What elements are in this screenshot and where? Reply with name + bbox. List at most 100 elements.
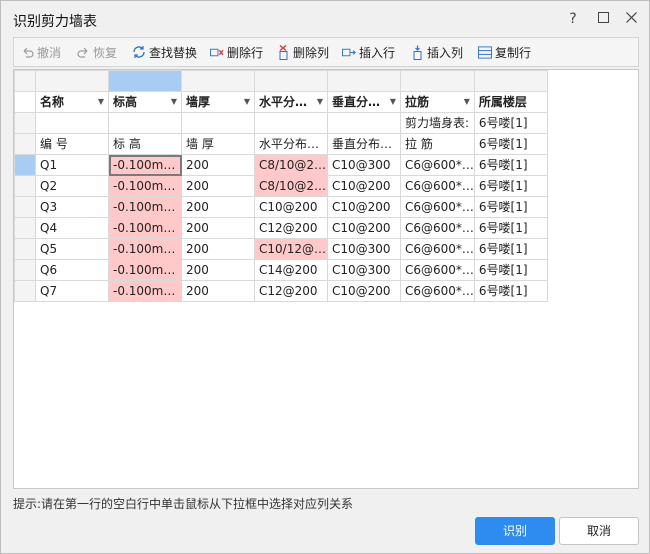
table-cell[interactable]: -0.100m… bbox=[108, 280, 182, 302]
table-cell[interactable]: -0.100m… bbox=[108, 196, 182, 218]
column-selector[interactable] bbox=[35, 70, 109, 92]
table-cell[interactable]: -0.100m… bbox=[108, 238, 182, 260]
column-mapping-dropdown[interactable]: 垂直分… ▼ bbox=[327, 91, 401, 113]
close-icon[interactable] bbox=[621, 9, 641, 29]
table-cell[interactable] bbox=[181, 112, 255, 134]
table-cell[interactable]: Q5 bbox=[35, 238, 109, 260]
table-cell[interactable]: 200 bbox=[181, 196, 255, 218]
table-cell[interactable]: C10/12@… bbox=[254, 238, 328, 260]
table-cell[interactable]: C10@200 bbox=[327, 196, 401, 218]
column-mapping-dropdown[interactable]: 水平分… ▼ bbox=[254, 91, 328, 113]
table-cell[interactable]: C6@600*… bbox=[400, 196, 475, 218]
table-cell[interactable] bbox=[254, 112, 328, 134]
table-cell[interactable]: 剪力墙身表: bbox=[400, 112, 475, 134]
row-header[interactable] bbox=[14, 259, 36, 281]
table-cell[interactable]: 6号喽[1] bbox=[473, 196, 548, 218]
table-cell[interactable]: C6@600*… bbox=[400, 280, 475, 302]
table-cell[interactable]: C10@200 bbox=[327, 280, 401, 302]
column-mapping-dropdown[interactable]: 标高 ▼ bbox=[108, 91, 182, 113]
table-cell[interactable]: Q1 bbox=[35, 154, 109, 176]
table-cell[interactable]: C10@300 bbox=[327, 154, 401, 176]
table-cell[interactable]: 200 bbox=[181, 154, 255, 176]
column-mapping-dropdown[interactable]: 所属楼层 bbox=[473, 91, 548, 113]
table-cell[interactable] bbox=[35, 112, 109, 134]
row-header[interactable] bbox=[14, 112, 36, 134]
column-mapping-dropdown[interactable]: 墙厚 ▼ bbox=[181, 91, 255, 113]
help-icon[interactable]: ? bbox=[563, 9, 583, 29]
table-cell[interactable]: 6号喽[1] bbox=[473, 238, 548, 260]
redo-button[interactable]: 恢复 bbox=[76, 42, 117, 62]
table-cell[interactable]: 200 bbox=[181, 259, 255, 281]
table-cell[interactable]: 200 bbox=[181, 280, 255, 302]
row-header[interactable] bbox=[14, 175, 36, 197]
table-cell[interactable]: 200 bbox=[181, 217, 255, 239]
table-cell[interactable]: C6@600*… bbox=[400, 154, 475, 176]
table-cell[interactable] bbox=[108, 112, 182, 134]
table-cell[interactable]: C10@200 bbox=[327, 217, 401, 239]
row-header[interactable] bbox=[14, 217, 36, 239]
table-cell[interactable]: C14@200 bbox=[254, 259, 328, 281]
table-cell[interactable]: C10@300 bbox=[327, 238, 401, 260]
table-cell[interactable]: 6号喽[1] bbox=[473, 217, 548, 239]
copy-row-button[interactable]: 复制行 bbox=[478, 42, 531, 62]
cancel-button[interactable]: 取消 bbox=[559, 517, 639, 545]
column-selector[interactable] bbox=[327, 70, 401, 92]
table-cell[interactable]: 拉 筋 bbox=[400, 133, 475, 155]
maximize-icon[interactable] bbox=[593, 9, 613, 29]
row-header[interactable] bbox=[14, 154, 36, 176]
column-selector[interactable] bbox=[254, 70, 328, 92]
table-cell[interactable]: C8/10@2… bbox=[254, 154, 328, 176]
table-cell[interactable]: C10@300 bbox=[327, 259, 401, 281]
delete-row-button[interactable]: 删除行 bbox=[210, 42, 263, 62]
table-cell[interactable]: 6号喽[1] bbox=[473, 175, 548, 197]
insert-col-button[interactable]: 插入列 bbox=[410, 42, 463, 62]
column-selector[interactable] bbox=[181, 70, 255, 92]
table-cell[interactable]: Q2 bbox=[35, 175, 109, 197]
table-cell[interactable]: Q7 bbox=[35, 280, 109, 302]
table-cell[interactable]: C10@200 bbox=[327, 175, 401, 197]
table-cell[interactable]: 标 高 bbox=[108, 133, 182, 155]
delete-col-button[interactable]: 删除列 bbox=[276, 42, 329, 62]
recognize-button[interactable]: 识别 bbox=[475, 517, 555, 545]
column-selector[interactable] bbox=[108, 70, 182, 92]
table-cell[interactable]: 6号喽[1] bbox=[473, 280, 548, 302]
table-cell[interactable]: C6@600*… bbox=[400, 259, 475, 281]
row-header[interactable] bbox=[14, 196, 36, 218]
table-cell[interactable]: 垂直分布… bbox=[327, 133, 401, 155]
table-cell[interactable]: 水平分布… bbox=[254, 133, 328, 155]
column-selector[interactable] bbox=[473, 70, 548, 92]
table-cell[interactable]: C12@200 bbox=[254, 217, 328, 239]
table-cell[interactable]: 编 号 bbox=[35, 133, 109, 155]
row-header[interactable] bbox=[14, 133, 36, 155]
table-cell[interactable]: 6号喽[1] bbox=[473, 133, 548, 155]
table-cell[interactable]: C10@200 bbox=[254, 196, 328, 218]
undo-button[interactable]: 撤消 bbox=[20, 42, 61, 62]
table-cell[interactable]: C12@200 bbox=[254, 280, 328, 302]
row-header[interactable] bbox=[14, 238, 36, 260]
table-cell[interactable]: Q3 bbox=[35, 196, 109, 218]
table-cell[interactable]: C6@600*… bbox=[400, 175, 475, 197]
table-cell[interactable]: 200 bbox=[181, 175, 255, 197]
column-selector[interactable] bbox=[400, 70, 475, 92]
mapping-label: 标高 bbox=[113, 95, 138, 109]
table-cell[interactable]: C6@600*… bbox=[400, 238, 475, 260]
column-mapping-dropdown[interactable]: 拉筋 ▼ bbox=[400, 91, 475, 113]
row-header[interactable] bbox=[14, 280, 36, 302]
table-cell[interactable]: Q4 bbox=[35, 217, 109, 239]
find-replace-button[interactable]: 查找替换 bbox=[132, 42, 197, 62]
table-cell[interactable]: C6@600*… bbox=[400, 217, 475, 239]
table-cell[interactable]: Q6 bbox=[35, 259, 109, 281]
table-cell[interactable]: 200 bbox=[181, 238, 255, 260]
insert-row-button[interactable]: 插入行 bbox=[342, 42, 395, 62]
table-cell[interactable]: 墙 厚 bbox=[181, 133, 255, 155]
column-mapping-dropdown[interactable]: 名称 ▼ bbox=[35, 91, 109, 113]
table-cell[interactable]: -0.100m… bbox=[108, 175, 182, 197]
table-cell[interactable]: C8/10@2… bbox=[254, 175, 328, 197]
table-cell[interactable]: 6号喽[1] bbox=[473, 112, 548, 134]
table-cell[interactable]: 6号喽[1] bbox=[473, 259, 548, 281]
table-cell[interactable] bbox=[327, 112, 401, 134]
table-cell[interactable]: -0.100m… bbox=[108, 217, 182, 239]
table-cell[interactable]: 6号喽[1] bbox=[473, 154, 548, 176]
table-cell[interactable]: -0.100m… bbox=[108, 154, 182, 176]
table-cell[interactable]: -0.100m… bbox=[108, 259, 182, 281]
